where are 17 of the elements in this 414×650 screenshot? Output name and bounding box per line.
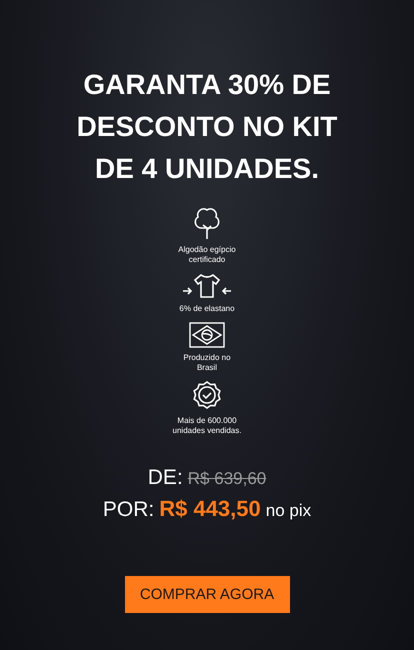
feature-label: Mais de 600.000 unidades vendidas. [172, 416, 242, 436]
headline: DE 4 UNIDADES. [94, 152, 320, 186]
new-price-label: POR: [102, 498, 154, 522]
headline: GARANTA 30% DE [83, 68, 331, 102]
badge-check-icon [192, 381, 222, 411]
feature-label: Produzido no Brasil [183, 353, 231, 373]
feature-label: 6% de elastano [179, 304, 235, 314]
headline: DESCONTO NO KIT [76, 110, 338, 144]
shirt-icon [180, 273, 233, 299]
old-price: R$ 639,60 [188, 469, 266, 489]
payment-note: no pix [266, 501, 312, 521]
flag-icon [188, 322, 225, 348]
new-price: R$ 443,50 [159, 496, 261, 522]
buy-button[interactable]: COMPRAR AGORA [124, 576, 290, 613]
tree-icon [194, 208, 220, 240]
feature-label: Algodão egípcio certificado [178, 245, 236, 265]
old-price-label: DE: [148, 466, 183, 490]
